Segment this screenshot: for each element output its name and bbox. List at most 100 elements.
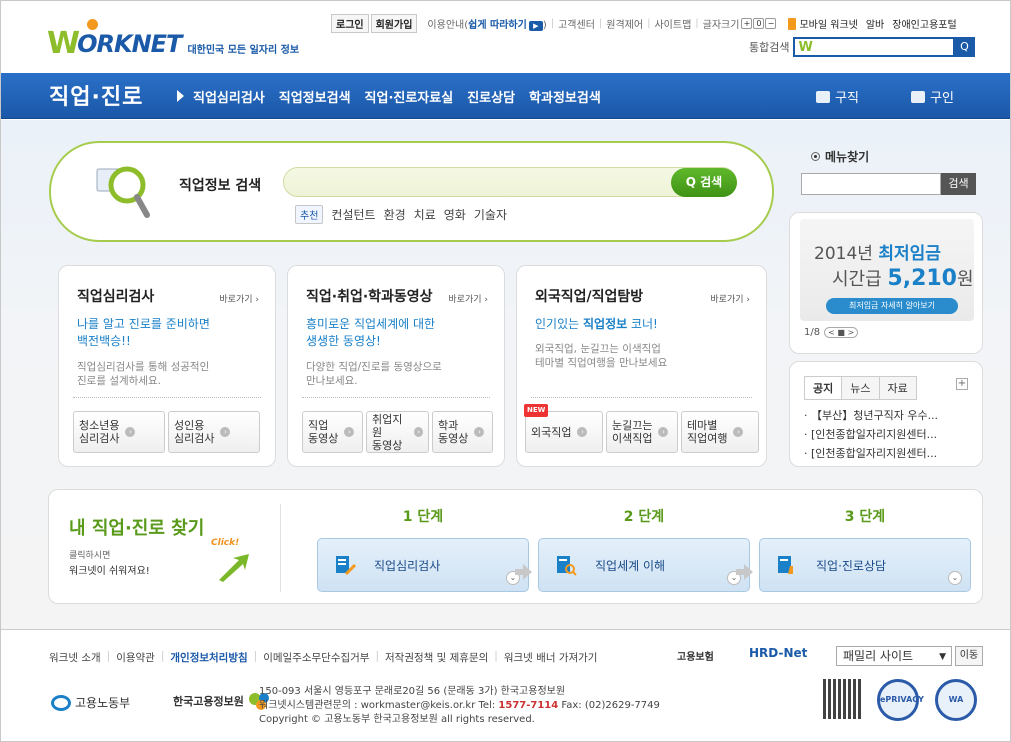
card-headline-1: 나를 알고 진로를 준비하면 (77, 317, 210, 331)
ministry-logo[interactable]: 고용노동부 (51, 694, 130, 711)
card-go-link[interactable]: 바로가기 › (448, 292, 488, 305)
step-2-button[interactable]: 직업세계 이해 ⌄ (538, 538, 750, 592)
footer-link-terms[interactable]: 이용약관 (116, 650, 155, 665)
menu-finder-button[interactable]: 검색 (941, 173, 976, 195)
tag-environment[interactable]: 환경 (384, 206, 406, 223)
foreign-job-button[interactable]: NEW 외국직업 › (524, 404, 603, 453)
tag-technician[interactable]: 기술자 (474, 206, 507, 223)
logo-dot-icon (87, 19, 98, 30)
tab-resources[interactable]: 자료 (879, 376, 917, 400)
wage-detail-button[interactable]: 최저임금 자세히 알아보기 (826, 298, 958, 314)
sitemap-link[interactable]: 사이트맵 (654, 16, 691, 31)
step-3-button[interactable]: 직업·진로상담 ⌄ (759, 538, 971, 592)
family-site-go-button[interactable]: 이동 (955, 646, 983, 666)
footer-link-banner[interactable]: 워크넷 배너 가져가기 (504, 650, 598, 665)
divider: | (253, 650, 258, 662)
card-foreign-jobs: 외국직업/직업탐방 바로가기 › 인기있는 직업정보 코너! 외국직업, 눈길끄… (516, 265, 767, 467)
qr-code-icon[interactable] (823, 679, 863, 719)
family-site-select[interactable]: 패밀리 사이트 (836, 646, 952, 666)
list-item[interactable]: · 【부산】청년구직자 우수... (804, 406, 974, 425)
customer-center-link[interactable]: 고객센터 (558, 16, 595, 31)
step-3-label: 3 단계 (844, 509, 886, 525)
wage-banner-image[interactable]: 2014년 최저임금 시간급 5,210원 최저임금 자세히 알아보기 (800, 219, 974, 321)
job-search-input[interactable] (283, 167, 737, 197)
job-info-search-panel: 직업정보 검색 Q 검색 추천 컨설턴트 환경 치료 영화 기술자 (49, 141, 774, 242)
banner-stop-button[interactable]: ■ (837, 328, 845, 337)
footer-link-about[interactable]: 워크넷 소개 (49, 650, 101, 665)
card-headline: 흥미로운 직업세계에 대한 생생한 동영상! (306, 316, 435, 350)
employment-insurance-logo[interactable]: 고용보험 (677, 648, 714, 663)
banner-prev-button[interactable]: < (828, 328, 835, 337)
document-pencil-icon (336, 556, 356, 576)
divider: | (106, 650, 111, 662)
tag-consultant[interactable]: 컨설턴트 (331, 206, 375, 223)
notice-tabs: 공지 뉴스 자료 (804, 376, 917, 400)
list-item[interactable]: · [인천종합일자리지원센터... (804, 425, 974, 444)
recommend-badge: 추천 (295, 205, 324, 224)
menu-finder-label: 메뉴찾기 (825, 150, 870, 164)
job-seek-button[interactable]: 구직 (816, 87, 859, 106)
guide-link[interactable]: 이용안내(쉽게 따라하기 ▶) (427, 16, 547, 31)
btn-line-1: 직업 (308, 419, 329, 432)
remote-control-link[interactable]: 원격제어 (606, 16, 643, 31)
eprivacy-seal-icon[interactable]: ePRIVACY (877, 679, 924, 721)
radio-icon (811, 152, 820, 161)
nav-item-psych-test[interactable]: 직업심리검사 (193, 87, 265, 106)
tag-film[interactable]: 영화 (444, 206, 466, 223)
web-accessibility-seal-icon[interactable]: WA (935, 679, 977, 721)
nav-item-major-info[interactable]: 학과정보검색 (529, 87, 601, 106)
notice-box: 공지 뉴스 자료 + · 【부산】청년구직자 우수... · [인천종합일자리지… (789, 361, 983, 467)
arrow-right-icon: › (414, 427, 423, 437)
card-desc: 외국직업, 눈길끄는 이색직업 테마별 직업여행을 만나보세요 (535, 342, 667, 370)
major-video-button[interactable]: 학과 동영상 › (432, 411, 493, 453)
job-video-button[interactable]: 직업 동영상 › (302, 411, 363, 453)
list-item[interactable]: · [인천종합일자리지원센터... (804, 444, 974, 463)
btn-line-2: 심리검사 (79, 432, 120, 445)
menu-finder-input[interactable] (801, 173, 941, 195)
font-reset-button[interactable]: 0 (753, 18, 765, 29)
alba-link[interactable]: 알바 (866, 16, 884, 31)
card-desc-2: 진로를 설계하세요. (77, 375, 161, 387)
adult-test-button[interactable]: 성인용 심리검사 › (168, 411, 260, 453)
nav-item-counseling[interactable]: 진로상담 (467, 87, 515, 106)
steps-title: 내 직업·진로 찾기 (69, 518, 205, 539)
footer-link-copyright[interactable]: 저작권정책 및 제휴문의 (385, 650, 488, 665)
step-1-button[interactable]: 직업심리검사 ⌄ (317, 538, 529, 592)
integrated-search-button[interactable]: Q (953, 37, 976, 57)
font-decrease-button[interactable]: − (765, 18, 777, 29)
login-button[interactable]: 로그인 (331, 14, 369, 33)
nav-item-resources[interactable]: 직업·진로자료실 (365, 87, 454, 106)
keis-logo[interactable]: 한국고용정보원 (173, 692, 272, 710)
btn-line-2: 동영상 (308, 432, 339, 445)
tab-notice[interactable]: 공지 (804, 376, 843, 400)
employment-video-button[interactable]: 취업지원 동영상 › (366, 411, 429, 453)
contact-tel: 1577-7114 (498, 700, 559, 711)
tab-news[interactable]: 뉴스 (842, 376, 880, 400)
mobile-worknet-link[interactable]: 모바일 워크넷 (788, 16, 858, 31)
steps-sub-2: 워크넷이 쉬워져요! (69, 566, 150, 577)
tag-therapy[interactable]: 치료 (414, 206, 436, 223)
hrd-net-logo[interactable]: HRD-Net (749, 646, 807, 660)
recruit-button[interactable]: 구인 (911, 87, 954, 106)
nav-item-job-info[interactable]: 직업정보검색 (279, 87, 351, 106)
disabled-portal-link[interactable]: 장애인고용포털 (892, 16, 956, 31)
theme-trip-button[interactable]: 테마별 직업여행 › (681, 411, 759, 453)
footer-link-privacy[interactable]: 개인정보처리방침 (170, 650, 247, 665)
guide-pre: 이용안내( (427, 20, 469, 31)
banner-next-button[interactable]: > (847, 328, 854, 337)
wage-title: 최저임금 (878, 244, 941, 264)
font-increase-button[interactable]: + (741, 18, 753, 29)
unique-job-button[interactable]: 눈길끄는 이색직업 › (606, 411, 678, 453)
section-title[interactable]: 직업·진로 (49, 79, 143, 111)
worknet-logo[interactable]: W ORKNET 대한민국 모든 일자리 정보 (47, 19, 299, 59)
main-content: 직업정보 검색 Q 검색 추천 컨설턴트 환경 치료 영화 기술자 메뉴찾기 검… (1, 120, 1010, 629)
job-search-button[interactable]: Q 검색 (671, 168, 737, 197)
join-button[interactable]: 회원가입 (370, 14, 418, 33)
card-go-link[interactable]: 바로가기 › (219, 292, 259, 305)
more-icon[interactable]: + (956, 378, 968, 390)
footer-link-email-policy[interactable]: 이메일주소무단수집거부 (263, 650, 369, 665)
card-go-link[interactable]: 바로가기 › (710, 292, 750, 305)
footer: 워크넷 소개 | 이용약관 | 개인정보처리방침 | 이메일주소무단수집거부 | 저작권… (1, 629, 1010, 741)
integrated-search-input[interactable]: W (793, 37, 954, 57)
youth-test-button[interactable]: 청소년용 심리검사 › (73, 411, 165, 453)
